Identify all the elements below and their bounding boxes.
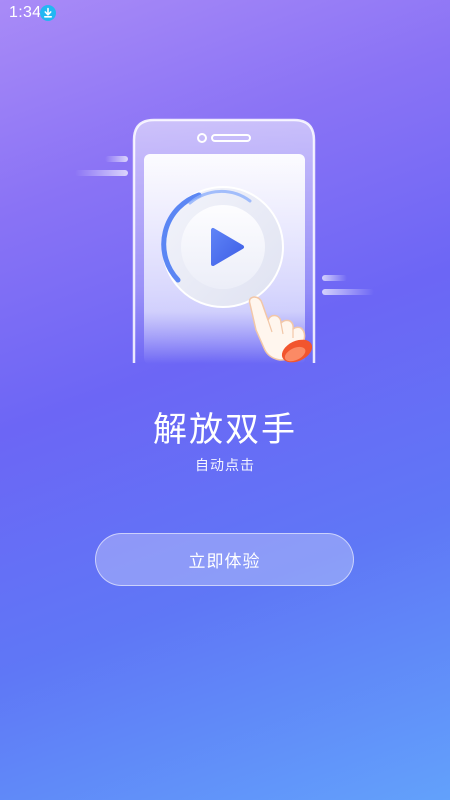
try-now-button[interactable]: 立即体验 bbox=[95, 533, 354, 586]
try-now-button-label: 立即体验 bbox=[188, 552, 261, 572]
play-button-icon bbox=[161, 186, 284, 308]
download-icon bbox=[40, 5, 56, 21]
status-bar: 1:34 bbox=[0, 0, 450, 26]
page-subtitle: 自动点击 bbox=[195, 458, 255, 474]
status-time: 1:34 bbox=[9, 4, 42, 21]
motion-lines-right bbox=[322, 275, 374, 295]
page-title: 解放双手 bbox=[153, 410, 297, 450]
motion-lines-left bbox=[75, 156, 128, 176]
onboarding-illustration bbox=[60, 108, 390, 378]
